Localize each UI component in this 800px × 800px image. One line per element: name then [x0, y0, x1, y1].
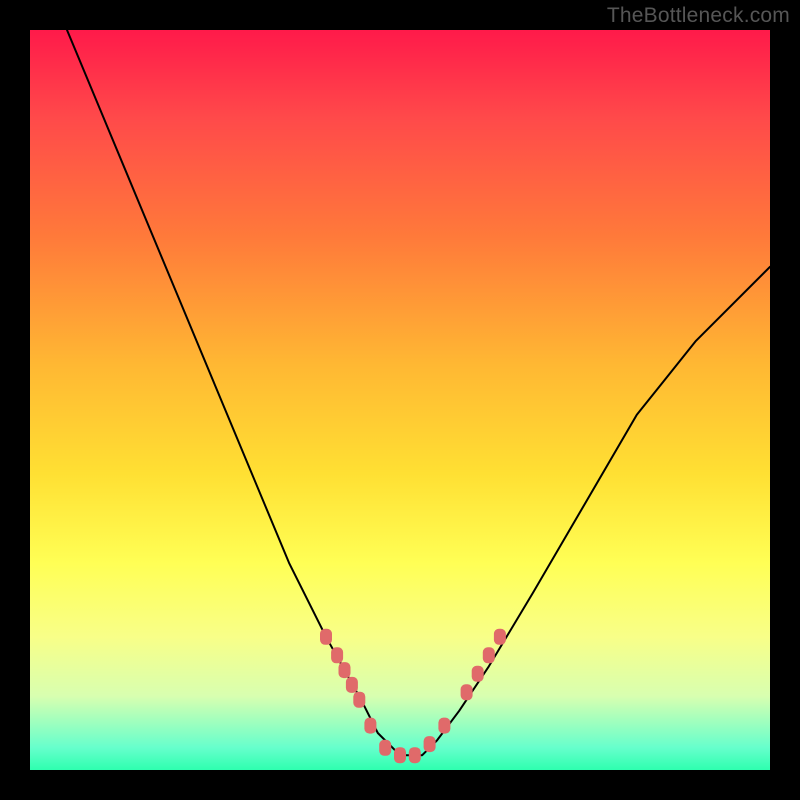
chart-plot-area	[30, 30, 770, 770]
curve-markers	[320, 629, 506, 763]
watermark-text: TheBottleneck.com	[607, 4, 790, 28]
chart-svg	[30, 30, 770, 770]
bottleneck-curve	[67, 30, 770, 755]
